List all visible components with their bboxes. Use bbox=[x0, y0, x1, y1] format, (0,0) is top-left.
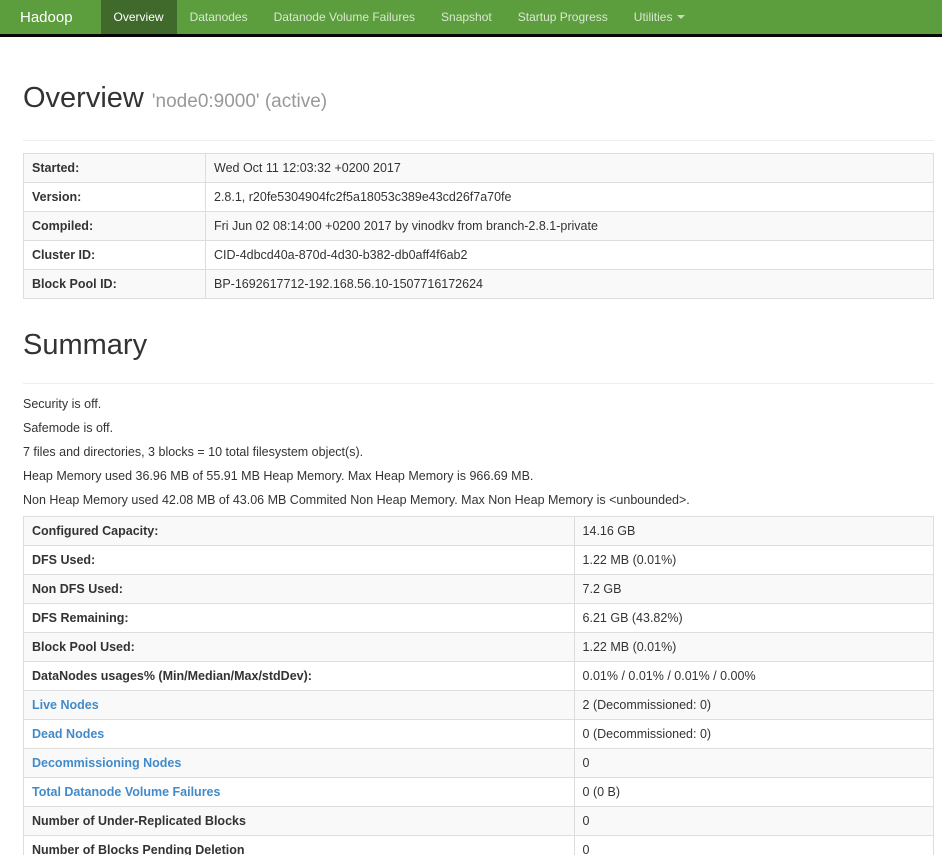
page-title-text: Overview bbox=[23, 82, 144, 114]
table-row-datanode-usages: DataNodes usages% (Min/Median/Max/stdDev… bbox=[23, 661, 935, 691]
row-label: Compiled: bbox=[23, 211, 206, 241]
table-row-block-pool-used: Block Pool Used: 1.22 MB (0.01%) bbox=[23, 632, 935, 662]
security-status-text: Security is off. bbox=[23, 397, 102, 411]
heap-memory-text: Heap Memory used 36.96 MB of 55.91 MB He… bbox=[23, 469, 534, 483]
tab-utilities-label: Utilities bbox=[633, 10, 673, 24]
table-row-live-nodes: Live Nodes 2 (Decommissioned: 0) bbox=[23, 690, 935, 720]
row-value: BP-1692617712-192.168.56.10-150771617262… bbox=[205, 269, 934, 299]
table-row-under-replicated-blocks: Number of Under-Replicated Blocks 0 bbox=[23, 806, 935, 836]
row-label: Number of Under-Replicated Blocks bbox=[23, 806, 575, 836]
row-value: 0 bbox=[573, 748, 935, 778]
row-value: Fri Jun 02 08:14:00 +0200 2017 by vinodk… bbox=[205, 211, 934, 241]
row-value: 0 (Decommissioned: 0) bbox=[573, 719, 935, 749]
row-value: Wed Oct 11 12:03:32 +0200 2017 bbox=[205, 153, 934, 183]
main-content: Overview 'node0:9000' (active) Started: … bbox=[23, 82, 935, 855]
row-value: 0 bbox=[573, 806, 935, 836]
row-label: DFS Remaining: bbox=[23, 603, 575, 633]
table-row-dead-nodes: Dead Nodes 0 (Decommissioned: 0) bbox=[23, 719, 935, 749]
row-value: 0 (0 B) bbox=[573, 777, 935, 807]
table-row-decommissioning-nodes: Decommissioning Nodes 0 bbox=[23, 748, 935, 778]
divider bbox=[23, 140, 934, 141]
tab-utilities-dropdown[interactable]: Utilities bbox=[621, 0, 699, 34]
namenode-address-status: 'node0:9000' (active) bbox=[151, 91, 328, 112]
table-row-compiled: Compiled: Fri Jun 02 08:14:00 +0200 2017… bbox=[23, 211, 934, 241]
row-value: 2 (Decommissioned: 0) bbox=[573, 690, 935, 720]
dead-nodes-link[interactable]: Dead Nodes bbox=[32, 727, 104, 741]
row-label: Block Pool Used: bbox=[23, 632, 575, 662]
row-value: 14.16 GB bbox=[573, 516, 935, 546]
row-value: CID-4dbcd40a-870d-4d30-b382-db0aff4f6ab2 bbox=[205, 240, 934, 270]
table-row-block-pool-id: Block Pool ID: BP-1692617712-192.168.56.… bbox=[23, 269, 934, 299]
brand-hadoop[interactable]: Hadoop bbox=[0, 0, 93, 34]
table-row-dfs-remaining: DFS Remaining: 6.21 GB (43.82%) bbox=[23, 603, 935, 633]
row-value: 6.21 GB (43.82%) bbox=[573, 603, 935, 633]
tab-datanode-volume-failures[interactable]: Datanode Volume Failures bbox=[261, 0, 428, 34]
decommissioning-nodes-link[interactable]: Decommissioning Nodes bbox=[32, 756, 181, 770]
summary-heading: Summary bbox=[23, 329, 148, 361]
row-label: Cluster ID: bbox=[23, 240, 206, 270]
table-row-version: Version: 2.8.1, r20fe5304904fc2f5a18053c… bbox=[23, 182, 934, 212]
total-datanode-volume-failures-link[interactable]: Total Datanode Volume Failures bbox=[32, 785, 220, 799]
row-label: Started: bbox=[23, 153, 206, 183]
filesystem-objects-text: 7 files and directories, 3 blocks = 10 t… bbox=[23, 445, 364, 459]
row-value: 0 bbox=[573, 835, 935, 855]
tab-startup-progress[interactable]: Startup Progress bbox=[505, 0, 621, 34]
table-row-dfs-used: DFS Used: 1.22 MB (0.01%) bbox=[23, 545, 935, 575]
divider bbox=[23, 383, 934, 384]
navbar: Hadoop Overview Datanodes Datanode Volum… bbox=[0, 0, 942, 37]
row-label: DataNodes usages% (Min/Median/Max/stdDev… bbox=[23, 661, 575, 691]
summary-table: Configured Capacity: 14.16 GB DFS Used: … bbox=[23, 516, 935, 855]
table-row-cluster-id: Cluster ID: CID-4dbcd40a-870d-4d30-b382-… bbox=[23, 240, 934, 270]
row-label: Number of Blocks Pending Deletion bbox=[23, 835, 575, 855]
row-label: Non DFS Used: bbox=[23, 574, 575, 604]
row-label: DFS Used: bbox=[23, 545, 575, 575]
live-nodes-link[interactable]: Live Nodes bbox=[32, 698, 99, 712]
row-label: Block Pool ID: bbox=[23, 269, 206, 299]
tab-datanodes[interactable]: Datanodes bbox=[177, 0, 261, 34]
caret-down-icon bbox=[677, 15, 686, 19]
summary-paragraphs: Security is off. Safemode is off. 7 file… bbox=[23, 396, 934, 509]
row-value: 7.2 GB bbox=[573, 574, 935, 604]
row-value: 1.22 MB (0.01%) bbox=[573, 632, 935, 662]
table-row-started: Started: Wed Oct 11 12:03:32 +0200 2017 bbox=[23, 153, 934, 183]
nav-tabs: Overview Datanodes Datanode Volume Failu… bbox=[100, 0, 699, 34]
table-row-total-datanode-volume-failures: Total Datanode Volume Failures 0 (0 B) bbox=[23, 777, 935, 807]
row-value: 2.8.1, r20fe5304904fc2f5a18053c389e43cd2… bbox=[205, 182, 934, 212]
table-row-blocks-pending-deletion: Number of Blocks Pending Deletion 0 bbox=[23, 835, 935, 855]
table-row-configured-capacity: Configured Capacity: 14.16 GB bbox=[23, 516, 935, 546]
table-row-non-dfs-used: Non DFS Used: 7.2 GB bbox=[23, 574, 935, 604]
namenode-info-table: Started: Wed Oct 11 12:03:32 +0200 2017 … bbox=[23, 153, 934, 299]
row-label: Version: bbox=[23, 182, 206, 212]
page-title: Overview 'node0:9000' (active) bbox=[23, 82, 934, 118]
tab-overview[interactable]: Overview bbox=[100, 0, 177, 34]
non-heap-memory-text: Non Heap Memory used 42.08 MB of 43.06 M… bbox=[23, 493, 690, 507]
safemode-status-text: Safemode is off. bbox=[23, 421, 114, 435]
tab-snapshot[interactable]: Snapshot bbox=[428, 0, 505, 34]
row-label: Configured Capacity: bbox=[23, 516, 575, 546]
row-value: 0.01% / 0.01% / 0.01% / 0.00% bbox=[573, 661, 935, 691]
row-value: 1.22 MB (0.01%) bbox=[573, 545, 935, 575]
